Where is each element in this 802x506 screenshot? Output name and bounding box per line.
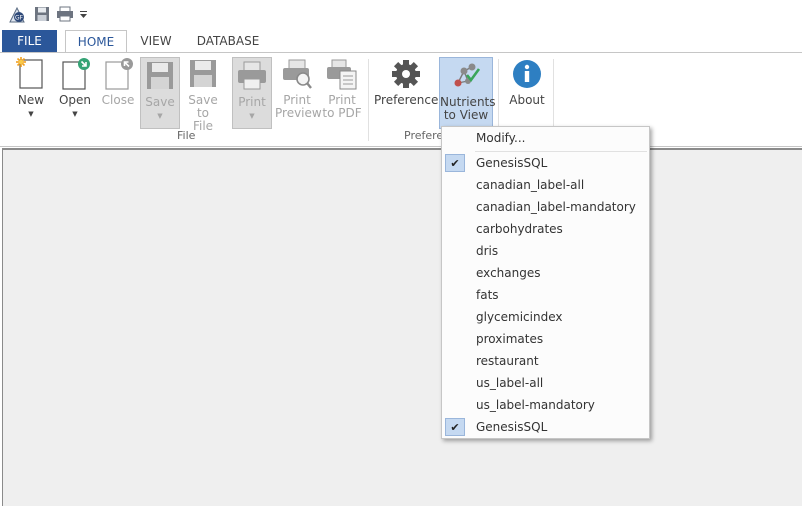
menu-item-label: dris <box>476 244 499 258</box>
gear-icon <box>392 60 420 88</box>
nutrients-to-view-button[interactable]: Nutrients to View <box>439 57 496 129</box>
menu-item-label: us_label-all <box>476 376 544 390</box>
close-button[interactable]: Close <box>99 57 137 107</box>
list-item[interactable]: us_label-mandatory <box>443 395 648 415</box>
chevron-down-icon: ▼ <box>249 112 255 120</box>
save-to-file-label-1: Save to <box>188 93 218 120</box>
menu-separator <box>475 151 647 152</box>
checkmark-icon: ✔ <box>445 418 465 436</box>
ribbon-tabs: FILE HOME VIEW DATABASE <box>0 30 802 53</box>
list-item[interactable]: canadian_label-all <box>443 175 648 195</box>
menu-item-label: GenesisSQL <box>476 420 548 434</box>
save-icon[interactable] <box>34 6 50 25</box>
list-item[interactable]: carbohydrates <box>443 219 648 239</box>
nutrients-network-icon <box>454 63 481 87</box>
list-item[interactable]: fats <box>443 285 648 305</box>
menu-item-label: proximates <box>476 332 544 346</box>
print-to-pdf-button[interactable]: Print to PDF <box>321 57 363 120</box>
menu-item-label: glycemicindex <box>476 310 563 324</box>
list-item[interactable]: dris <box>443 241 648 261</box>
list-item[interactable]: exchanges <box>443 263 648 283</box>
list-item[interactable]: canadian_label-mandatory <box>443 197 648 217</box>
tab-view[interactable]: VIEW <box>135 30 177 52</box>
chevron-down-icon: ▼ <box>28 110 34 118</box>
menu-item-label: canadian_label-all <box>476 178 585 192</box>
menu-item-label: canadian_label-mandatory <box>476 200 636 214</box>
list-item[interactable]: restaurant <box>443 351 648 371</box>
tab-home[interactable]: HOME <box>65 30 127 53</box>
nutrients-label-2: to View <box>443 108 489 122</box>
preferences-button[interactable]: Preferences <box>374 57 445 107</box>
chevron-down-icon: ▼ <box>157 112 163 120</box>
menu-item-label: Modify... <box>476 131 526 145</box>
about-button[interactable]: About <box>506 57 548 107</box>
print-button[interactable]: Print ▼ <box>232 57 272 129</box>
list-item[interactable]: us_label-all <box>443 373 648 393</box>
save-to-file-icon <box>190 60 216 87</box>
tab-database[interactable]: DATABASE <box>188 30 268 52</box>
main-workspace <box>2 148 802 506</box>
close-document-icon <box>105 58 133 90</box>
save-disk-icon <box>147 62 173 89</box>
preferences-group-label: Prefere <box>404 129 444 142</box>
about-label: About <box>509 93 545 107</box>
print-to-pdf-label-2: to PDF <box>322 106 362 120</box>
menu-item-label: carbohydrates <box>476 222 563 236</box>
print-icon[interactable] <box>56 6 74 25</box>
menu-item-label: exchanges <box>476 266 541 280</box>
info-icon <box>513 60 541 88</box>
list-item[interactable]: glycemicindex <box>443 307 648 327</box>
printer-icon <box>238 61 266 90</box>
menu-item-label: us_label-mandatory <box>476 398 595 412</box>
checkmark-icon: ✔ <box>445 154 465 172</box>
group-separator <box>368 59 369 141</box>
list-item[interactable]: ✔ GenesisSQL <box>443 153 648 173</box>
list-item[interactable]: ✔ GenesisSQL <box>443 417 648 437</box>
menu-item-label: restaurant <box>476 354 539 368</box>
save-label: Save <box>145 95 175 109</box>
quick-access-toolbar: GF <box>0 0 802 30</box>
svg-text:GF: GF <box>15 15 24 22</box>
open-button[interactable]: Open ▼ <box>55 57 95 118</box>
app-logo-icon[interactable]: GF <box>8 6 26 27</box>
customize-dropdown-icon[interactable] <box>80 9 87 23</box>
print-preview-label-2: Preview <box>275 106 322 120</box>
menu-item-label: GenesisSQL <box>476 156 548 170</box>
open-label: Open <box>58 93 92 107</box>
print-preview-button[interactable]: Print Preview <box>275 57 322 120</box>
save-to-file-button[interactable]: Save to File <box>182 57 224 133</box>
nutrients-to-view-menu: Modify... ✔ GenesisSQL canadian_label-allc… <box>441 126 650 439</box>
new-label: New <box>17 93 45 107</box>
menu-item-label: fats <box>476 288 499 302</box>
menu-item-modify[interactable]: Modify... <box>443 128 648 148</box>
close-label: Close <box>101 93 135 107</box>
ribbon-panel: New ▼ Open ▼ Close Save ▼ Save to File P… <box>0 52 802 147</box>
print-label: Print <box>238 95 266 109</box>
chevron-down-icon: ▼ <box>72 110 78 118</box>
preferences-label: Preferences <box>374 93 445 107</box>
new-document-icon <box>16 57 43 89</box>
print-to-pdf-icon <box>327 59 357 90</box>
print-preview-icon <box>283 59 312 89</box>
save-button[interactable]: Save ▼ <box>140 57 180 129</box>
tab-file[interactable]: FILE <box>2 30 57 52</box>
file-group-label: File <box>177 129 196 142</box>
list-item[interactable]: proximates <box>443 329 648 349</box>
open-document-icon <box>62 58 90 90</box>
new-button[interactable]: New ▼ <box>12 57 50 118</box>
